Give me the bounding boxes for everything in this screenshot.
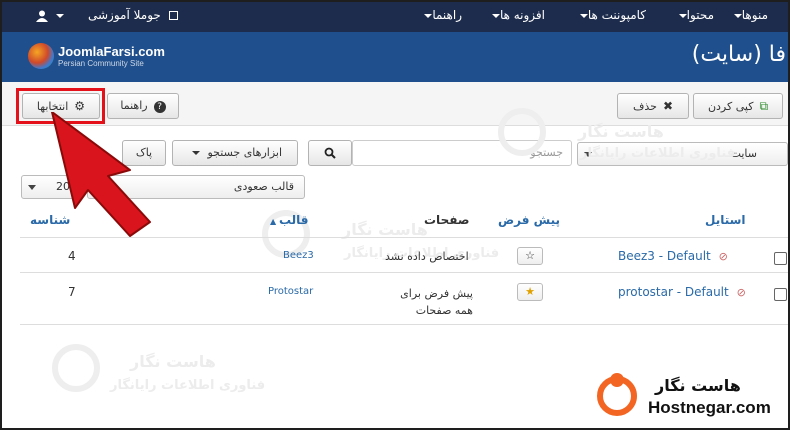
user-icon: [36, 10, 48, 22]
nav-menu-extensions[interactable]: افزونه ها: [488, 0, 545, 30]
table-divider: [20, 272, 788, 273]
brand-name: هاست نگار: [655, 376, 741, 395]
copy-button[interactable]: ⧉کپی کردن: [693, 93, 783, 119]
star-outline-icon: ☆: [525, 249, 535, 262]
chevron-down-icon: [678, 13, 687, 18]
logo-text: JoomlaFarsi.com: [58, 44, 165, 59]
star-icon: ★: [525, 285, 535, 298]
external-link-icon: [168, 11, 178, 20]
user-menu[interactable]: [32, 0, 64, 30]
chevron-down-icon: [28, 185, 36, 190]
delete-button[interactable]: ✖حذف: [617, 93, 689, 119]
watermark-name: هاست نگار: [578, 122, 664, 141]
pages-cell: پیش فرض برای همه صفحات: [400, 287, 473, 317]
template-link[interactable]: Protostar: [268, 286, 313, 297]
search-icon: [324, 147, 336, 159]
style-link[interactable]: Beez3 - Default: [618, 249, 711, 263]
set-default-button[interactable]: ☆: [517, 247, 543, 265]
watermark-logo-icon: [498, 108, 546, 156]
table-divider: [20, 324, 788, 325]
row-checkbox[interactable]: [774, 288, 787, 301]
copy-icon: ⧉: [759, 99, 769, 113]
nav-menu-menus[interactable]: منوها: [730, 0, 768, 30]
brand-url: Hostnegar.com: [648, 398, 771, 417]
chevron-down-icon: [733, 13, 742, 18]
default-star-button[interactable]: ★: [517, 283, 543, 301]
chevron-down-icon: [55, 13, 64, 18]
close-icon: ✖: [662, 99, 674, 113]
chevron-down-icon: [491, 13, 500, 18]
pages-cell: اختصاص داده نشد: [385, 250, 469, 263]
nav-menu-components[interactable]: کامپوننت ها: [576, 0, 646, 30]
search-tools-button[interactable]: ابزارهای جستجو: [172, 140, 298, 166]
site-link[interactable]: جوملا آموزشی: [88, 0, 178, 30]
column-header-template[interactable]: ▲ قالب: [270, 213, 309, 227]
hostnegar-logo-dot: [610, 373, 624, 387]
template-link[interactable]: Beez3: [283, 250, 314, 261]
sort-asc-icon: ▲: [270, 217, 279, 226]
watermark-name: هاست نگار: [130, 352, 216, 371]
chevron-down-icon: [579, 13, 588, 18]
watermark-logo-icon: [52, 344, 100, 392]
eye-slash-icon: ⊘: [736, 286, 746, 299]
question-circle-icon: ?: [153, 101, 166, 113]
chevron-down-icon: [191, 151, 200, 155]
id-cell: 7: [68, 285, 76, 299]
nav-menu-content[interactable]: محتوا: [675, 0, 714, 30]
table-divider: [20, 237, 788, 238]
nav-menu-help[interactable]: راهنما: [420, 0, 462, 30]
joomla-logo-icon: [28, 43, 54, 69]
page-title: فا (سایت): [691, 42, 786, 67]
row-checkbox[interactable]: [774, 252, 787, 265]
column-header-default[interactable]: پیش فرض: [498, 213, 560, 227]
table-row: Beez3 - Default ⊘: [618, 249, 728, 263]
eye-slash-icon: ⊘: [718, 250, 728, 263]
logo-subtitle: Persian Community Site: [58, 59, 144, 68]
watermark-tagline: فناوری اطلاعات رایانگار: [110, 378, 266, 393]
column-header-pages: صفحات: [424, 213, 470, 227]
id-cell: 4: [68, 249, 76, 263]
table-row: protostar - Default ⊘: [618, 285, 746, 299]
style-link[interactable]: protostar - Default: [618, 285, 729, 299]
pointer-arrow-icon: [51, 112, 151, 237]
watermark-tagline: فناوری اطلاعات رایانگار: [580, 146, 736, 161]
search-button[interactable]: [308, 140, 352, 166]
column-header-style[interactable]: استایل: [705, 213, 746, 227]
